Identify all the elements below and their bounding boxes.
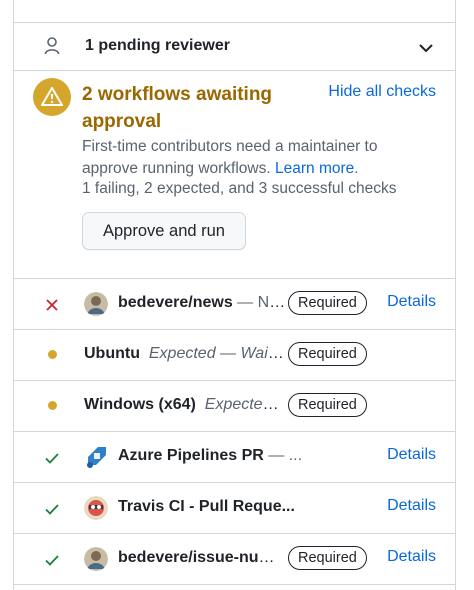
azure-pipelines-icon xyxy=(84,445,108,469)
approve-and-run-button[interactable]: Approve and run xyxy=(82,212,246,250)
hide-all-checks-link[interactable]: Hide all checks xyxy=(328,83,436,101)
details-link[interactable]: Details xyxy=(387,293,436,311)
check-row: bedevere/issue-numb... Required Details xyxy=(14,534,455,585)
check-row: Travis CI - Pull Reque... Details xyxy=(14,483,455,534)
required-badge: Required xyxy=(288,291,367,315)
details-link[interactable]: Details xyxy=(387,548,436,566)
check-name: bedevere/news — No ... xyxy=(118,294,286,312)
check-status-text: Expected ... xyxy=(204,396,286,413)
x-icon xyxy=(44,297,60,313)
approval-description: First-time contributors need a maintaine… xyxy=(82,136,432,180)
check-title: Windows (x64) xyxy=(84,396,196,413)
check-icon xyxy=(44,450,60,466)
pending-dot-icon xyxy=(48,350,57,359)
check-row: bedevere/news — No ... Required Details xyxy=(14,279,455,330)
details-link[interactable]: Details xyxy=(387,446,436,464)
required-badge: Required xyxy=(288,342,367,366)
check-row: Ubuntu Expected — Waitin... Required xyxy=(14,330,455,381)
check-name: Windows (x64) Expected ... xyxy=(84,396,286,414)
learn-more-link[interactable]: Learn more xyxy=(275,160,354,177)
checks-list: bedevere/news — No ... Required Details … xyxy=(14,279,455,585)
required-badge: Required xyxy=(288,546,367,570)
bedevere-avatar-icon xyxy=(84,292,108,316)
pending-reviewer-row[interactable]: 1 pending reviewer xyxy=(14,23,455,71)
pending-reviewer-label: 1 pending reviewer xyxy=(85,37,230,54)
check-icon xyxy=(44,552,60,568)
person-icon xyxy=(44,37,60,60)
check-row: Azure Pipelines PR — ... Details xyxy=(14,432,455,483)
check-row: Windows (x64) Expected ... Required xyxy=(14,381,455,432)
checks-summary: 1 failing, 2 expected, and 3 successful … xyxy=(82,180,397,197)
check-name: Ubuntu Expected — Waitin... xyxy=(84,345,286,363)
bedevere-avatar-icon xyxy=(84,547,108,571)
check-title: Travis CI - Pull Reque... xyxy=(118,498,295,515)
check-title: bedevere/issue-numb... xyxy=(118,549,286,566)
details-link[interactable]: Details xyxy=(387,497,436,515)
travis-ci-icon xyxy=(84,496,108,520)
approval-section: 2 workflows awaiting approval Hide all c… xyxy=(14,71,455,279)
pending-dot-icon xyxy=(48,401,57,410)
check-title: bedevere/news xyxy=(118,294,233,311)
chevron-down-icon[interactable] xyxy=(419,40,433,58)
check-status-text: — No ... xyxy=(237,294,286,311)
check-name: Azure Pipelines PR — ... xyxy=(118,447,368,465)
approval-title: 2 workflows awaiting approval xyxy=(82,84,273,132)
checks-panel: 1 pending reviewer 2 workflows awaiting … xyxy=(13,0,456,590)
alert-icon xyxy=(33,78,71,116)
check-name: Travis CI - Pull Reque... xyxy=(118,498,368,516)
check-status-text: — ... xyxy=(263,447,303,464)
check-title: Azure Pipelines PR xyxy=(118,447,264,464)
check-name: bedevere/issue-numb... xyxy=(118,549,286,567)
previous-row-cut xyxy=(14,0,455,23)
check-status-text: Expected — Waitin... xyxy=(148,345,286,362)
description-end: . xyxy=(354,160,359,177)
check-icon xyxy=(44,501,60,517)
check-title: Ubuntu xyxy=(84,345,140,362)
required-badge: Required xyxy=(288,393,367,417)
